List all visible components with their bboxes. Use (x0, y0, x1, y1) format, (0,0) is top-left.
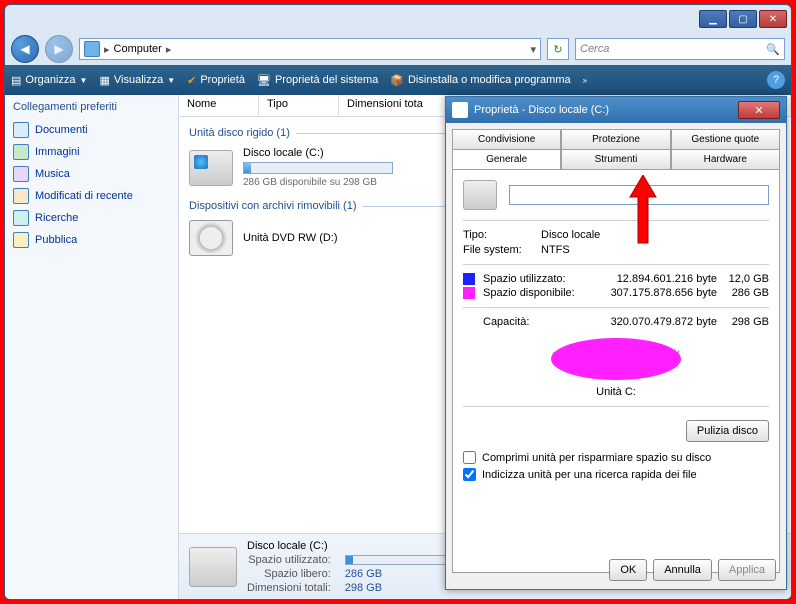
sidebar-item-recent[interactable]: Modificati di recente (13, 185, 170, 207)
sidebar-item-music[interactable]: Musica (13, 163, 170, 185)
search-icon: 🔍 (766, 43, 780, 56)
free-swatch (463, 287, 475, 299)
drive-icon (452, 102, 468, 118)
sidebar-item-public[interactable]: Pubblica (13, 229, 170, 251)
col-type[interactable]: Tipo (259, 95, 339, 116)
views-menu[interactable]: ▦Visualizza▼ (99, 74, 175, 87)
maximize-button[interactable]: ▢ (729, 10, 757, 28)
search-input[interactable]: Cerca 🔍 (575, 38, 785, 60)
nav-bar: ◀ ▶ ▸ Computer ▸ ▾ ↻ Cerca 🔍 (5, 33, 791, 65)
col-name[interactable]: Nome (179, 95, 259, 116)
sidebar-item-images[interactable]: Immagini (13, 141, 170, 163)
tab-quota[interactable]: Gestione quote (671, 129, 780, 149)
tab-sharing[interactable]: Condivisione (452, 129, 561, 149)
properties-button[interactable]: ✔Proprietà (187, 74, 245, 87)
back-button[interactable]: ◀ (11, 35, 39, 63)
unit-label: Unità C: (463, 386, 769, 398)
tab-tools[interactable]: Strumenti (561, 149, 670, 169)
minimize-button[interactable]: ▁ (699, 10, 727, 28)
hdd-icon (189, 547, 237, 587)
drive-icon (463, 180, 497, 210)
ok-button[interactable]: OK (609, 559, 647, 581)
dialog-titlebar: Proprietà - Disco locale (C:) ✕ (446, 97, 786, 123)
apply-button[interactable]: Applica (718, 559, 776, 581)
used-swatch (463, 273, 475, 285)
recent-icon (13, 188, 29, 204)
drive-name: Disco locale (C:) (243, 147, 393, 159)
drive-sub: 286 GB disponibile su 298 GB (243, 177, 393, 188)
dialog-title: Proprietà - Disco locale (C:) (474, 104, 609, 116)
uninstall-button[interactable]: 📦Disinstalla o modifica programma (390, 74, 570, 87)
chevron-right-icon: ▸ (104, 43, 110, 56)
music-icon (13, 166, 29, 182)
searches-icon (13, 210, 29, 226)
forward-button[interactable]: ▶ (45, 35, 73, 63)
documents-icon (13, 122, 29, 138)
tab-panel-general: Tipo:Disco locale File system:NTFS Spazi… (452, 169, 780, 573)
cancel-button[interactable]: Annulla (653, 559, 712, 581)
titlebar: ▁ ▢ ✕ (5, 5, 791, 33)
properties-dialog: Proprietà - Disco locale (C:) ✕ Condivis… (445, 96, 787, 590)
system-properties-button[interactable]: 🖥Proprietà del sistema (257, 74, 378, 87)
disk-pie-chart: assistenzapcnapoli.it (463, 338, 769, 380)
index-checkbox[interactable]: Indicizza unità per una ricerca rapida d… (463, 468, 769, 481)
address-dropdown[interactable]: ▾ (530, 43, 536, 56)
computer-icon (84, 41, 100, 57)
compress-checkbox[interactable]: Comprimi unità per risparmiare spazio su… (463, 451, 769, 464)
annotation-arrow (628, 175, 658, 245)
sidebar-header: Collegamenti preferiti (13, 101, 170, 113)
chevron-right-icon: ▸ (166, 43, 172, 56)
favorites-sidebar: Collegamenti preferiti Documenti Immagin… (5, 95, 179, 599)
tab-general[interactable]: Generale (452, 149, 561, 169)
command-bar: ▤Organizza▼ ▦Visualizza▼ ✔Proprietà 🖥Pro… (5, 65, 791, 95)
breadcrumb[interactable]: Computer (114, 43, 162, 55)
close-button[interactable]: ✕ (759, 10, 787, 28)
sidebar-item-documents[interactable]: Documenti (13, 119, 170, 141)
address-bar[interactable]: ▸ Computer ▸ ▾ (79, 38, 541, 60)
sidebar-item-searches[interactable]: Ricerche (13, 207, 170, 229)
hdd-icon (189, 150, 233, 186)
toolbar-overflow[interactable]: » (583, 76, 587, 85)
tab-hardware[interactable]: Hardware (671, 149, 780, 169)
images-icon (13, 144, 29, 160)
tab-security[interactable]: Protezione (561, 129, 670, 149)
space-bar (243, 162, 393, 174)
organize-menu[interactable]: ▤Organizza▼ (11, 74, 87, 87)
dvd-icon (189, 220, 233, 256)
search-placeholder: Cerca (580, 43, 609, 55)
help-button[interactable]: ? (767, 71, 785, 89)
public-icon (13, 232, 29, 248)
dialog-close-button[interactable]: ✕ (738, 101, 780, 119)
refresh-button[interactable]: ↻ (547, 38, 569, 60)
disk-cleanup-button[interactable]: Pulizia disco (686, 420, 769, 442)
